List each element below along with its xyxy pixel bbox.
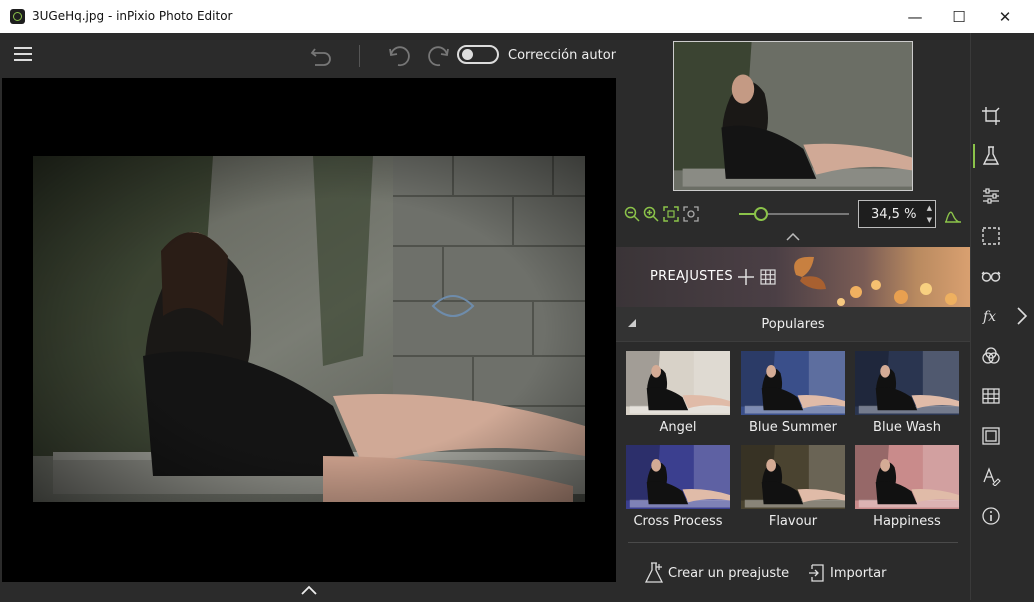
toolbar-divider: [359, 45, 360, 67]
presets-title: PREAJUSTES: [650, 269, 733, 284]
preset-name: Cross Process: [633, 514, 723, 529]
chevron-up-icon[interactable]: [301, 585, 317, 595]
texture-grid-icon[interactable]: [981, 386, 1001, 406]
preset-card[interactable]: Blue Summer: [741, 351, 845, 439]
fx-icon[interactable]: fx: [981, 306, 1001, 326]
add-preset-icon[interactable]: [737, 268, 755, 286]
preset-card[interactable]: Blue Wash: [855, 351, 959, 439]
flask-icon[interactable]: [981, 146, 1001, 166]
text-icon[interactable]: [981, 466, 1001, 486]
window-title: 3UGeHq.jpg - inPixio Photo Editor: [32, 9, 233, 23]
preset-name: Blue Wash: [873, 420, 941, 435]
photo-canvas[interactable]: [2, 78, 616, 582]
fit-to-screen-icon[interactable]: [663, 206, 679, 222]
chevron-right-icon[interactable]: [1016, 307, 1028, 325]
preset-thumbnail: [741, 445, 845, 509]
zoom-in-icon[interactable]: [643, 206, 659, 222]
color-circles-icon[interactable]: [981, 346, 1001, 366]
undo-icon[interactable]: [384, 41, 412, 69]
editor-toolbar: Corrección autom: [2, 33, 616, 78]
preset-thumbnail: [741, 351, 845, 415]
preset-card[interactable]: Happiness: [855, 445, 959, 533]
preset-name: Angel: [659, 420, 697, 435]
create-preset-button[interactable]: Crear un preajuste: [644, 562, 804, 586]
app-logo-icon: [10, 9, 25, 24]
menu-icon[interactable]: [14, 47, 32, 61]
zoom-slider-handle[interactable]: [754, 207, 768, 221]
create-preset-label: Crear un preajuste: [668, 566, 790, 581]
preset-thumbnail: [626, 445, 730, 509]
glasses-icon[interactable]: [981, 266, 1001, 286]
selection-icon[interactable]: [981, 226, 1001, 246]
info-icon[interactable]: [981, 506, 1001, 526]
preset-name: Blue Summer: [748, 420, 838, 435]
zoom-percent-field[interactable]: 34,5 % ▲ ▼: [858, 200, 936, 228]
preset-thumbnail: [855, 351, 959, 415]
canvas-bottom-bar: [2, 582, 616, 600]
histogram-icon[interactable]: [944, 207, 961, 223]
grid-view-icon[interactable]: [760, 269, 776, 285]
zoom-value: 34,5 %: [871, 207, 917, 222]
redo-icon[interactable]: [426, 41, 454, 69]
preset-card[interactable]: Flavour: [741, 445, 845, 533]
crop-icon[interactable]: [981, 106, 1001, 126]
title-bar: 3UGeHq.jpg - inPixio Photo Editor — ☐ ✕: [0, 0, 1034, 33]
navigator-thumbnail[interactable]: [673, 41, 913, 191]
expand-strip: [1012, 33, 1034, 600]
close-button[interactable]: ✕: [982, 0, 1028, 33]
spin-up-icon[interactable]: ▲: [927, 204, 932, 212]
preset-name: Flavour: [768, 514, 818, 529]
minimize-button[interactable]: —: [892, 0, 938, 33]
preset-card[interactable]: Cross Process: [626, 445, 730, 533]
panel-divider: [628, 542, 958, 543]
actual-size-icon[interactable]: [683, 206, 699, 222]
undo-all-icon[interactable]: [307, 41, 335, 69]
presets-banner: PREAJUSTES: [616, 247, 970, 307]
active-tool-indicator: [973, 144, 975, 168]
toggle-knob: [462, 49, 473, 60]
frame-icon[interactable]: [981, 426, 1001, 446]
tools-sidebar: fx: [970, 33, 1013, 600]
preset-thumbnail: [626, 351, 730, 415]
import-label: Importar: [830, 566, 887, 581]
zoom-out-icon[interactable]: [624, 206, 640, 222]
preset-name: Happiness: [873, 514, 941, 529]
edited-photo: [33, 156, 585, 502]
collapse-navigator-icon[interactable]: [786, 233, 800, 243]
auto-correction-label: Corrección autom: [508, 48, 616, 63]
auto-correction-toggle[interactable]: [457, 45, 499, 64]
adjust-sliders-icon[interactable]: [981, 186, 1001, 206]
category-label: Populares: [761, 317, 825, 332]
spin-down-icon[interactable]: ▼: [927, 216, 932, 224]
preset-card[interactable]: Angel: [626, 351, 730, 439]
right-panel: 34,5 % ▲ ▼ PREAJUSTES Populares Angel Blu…: [616, 33, 970, 600]
maximize-button[interactable]: ☐: [936, 0, 982, 33]
import-button[interactable]: Importar: [806, 562, 906, 586]
preset-thumbnail: [855, 445, 959, 509]
category-header[interactable]: Populares: [616, 307, 970, 342]
svg-text:fx: fx: [982, 309, 996, 325]
